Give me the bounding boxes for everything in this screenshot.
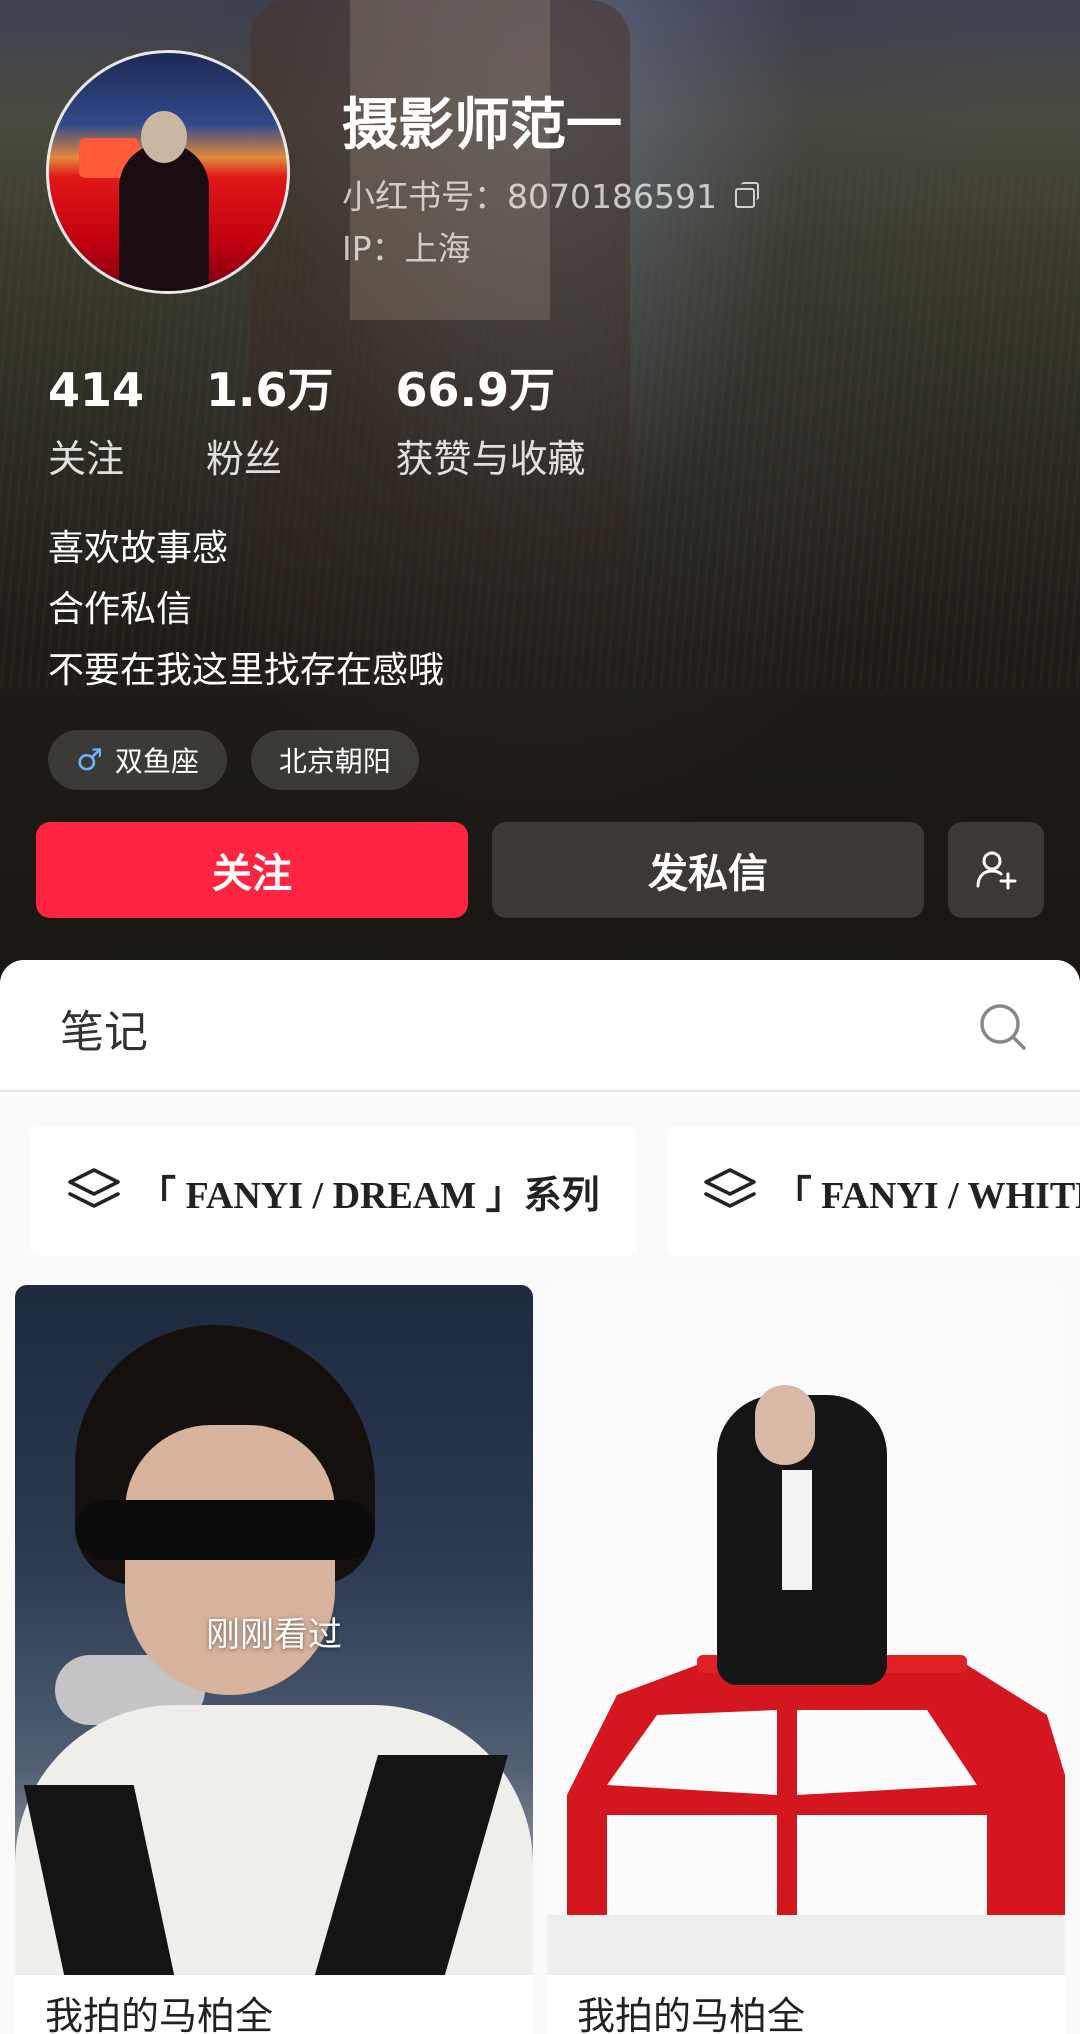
stat-value: 1.6万 [206, 363, 334, 417]
tag-location[interactable]: 北京朝阳 [250, 730, 419, 790]
layers-icon [68, 1168, 120, 1208]
tag-label: 北京朝阳 [278, 745, 391, 778]
stat-following[interactable]: 414 关注 [48, 360, 144, 483]
notes-grid: 刚刚看过 我拍的马柏全 我拍的马柏全 [15, 1285, 1079, 2034]
bio-line: 合作私信 [48, 589, 193, 630]
add-user-icon [976, 851, 1017, 890]
profile-actions: 关注 发私信 [36, 822, 1044, 918]
note-cover-image [547, 1285, 1065, 1975]
note-title: 我拍的马柏全 [577, 1994, 806, 2034]
profile-stats: 414 关注 1.6万 粉丝 66.9万 获赞与收藏 [48, 360, 648, 483]
ip-location: IP：上海 [342, 229, 471, 268]
note-card[interactable]: 刚刚看过 我拍的马柏全 [15, 1285, 533, 2034]
tag-label: 双鱼座 [114, 745, 199, 778]
layers-icon [703, 1168, 756, 1208]
search-icon[interactable] [976, 1000, 1030, 1054]
message-button[interactable]: 发私信 [492, 822, 924, 918]
note-title: 我拍的马柏全 [45, 1994, 274, 2034]
content-panel: 笔记 「 FANYI / DREAM 」系列 「 FANYI / WHITE 刚… [0, 960, 1080, 2034]
collection-title: 「 FANYI / WHITE [773, 1174, 1080, 1217]
redbook-id: 小红书号：8070186591 [342, 170, 759, 218]
bio-line: 不要在我这里找存在感哦 [48, 650, 445, 691]
cover-floor [547, 1915, 1065, 1975]
follow-button[interactable]: 关注 [36, 822, 468, 918]
stat-label: 关注 [48, 437, 125, 481]
stat-label: 获赞与收藏 [395, 437, 586, 481]
stat-label: 粉丝 [206, 437, 283, 481]
cover-shirt [782, 1470, 812, 1590]
cover-head [755, 1385, 815, 1465]
collection-title: 「 FANYI / DREAM 」系列 [138, 1174, 600, 1217]
tab-notes[interactable]: 笔记 [60, 996, 148, 1060]
copy-icon[interactable] [734, 182, 759, 208]
profile-name: 摄影师范一 [342, 93, 622, 158]
stat-value: 414 [48, 363, 145, 417]
male-icon: ♂ [76, 742, 103, 778]
note-card[interactable]: 我拍的马柏全 [547, 1285, 1065, 2034]
cover-red-car [567, 1655, 1065, 1955]
redbook-id-text: 小红书号：8070186591 [342, 177, 717, 216]
profile-tags: ♂ 双鱼座 北京朝阳 [48, 730, 443, 790]
note-cover-image: 刚刚看过 [15, 1285, 533, 1975]
profile-bio: 喜欢故事感 合作私信 不要在我这里找存在感哦 [48, 518, 444, 701]
add-friend-button[interactable] [948, 822, 1044, 918]
avatar[interactable] [46, 50, 290, 294]
recently-viewed-badge: 刚刚看过 [206, 1615, 342, 1655]
tag-zodiac[interactable]: ♂ 双鱼座 [48, 730, 227, 790]
collection-dream[interactable]: 「 FANYI / DREAM 」系列 [30, 1126, 636, 1256]
stat-likes-collects[interactable]: 66.9万 获赞与收藏 [396, 360, 586, 483]
avatar-person [119, 111, 209, 291]
bio-line: 喜欢故事感 [48, 528, 229, 569]
collection-white[interactable]: 「 FANYI / WHITE [665, 1126, 1080, 1256]
cover-sunglasses [75, 1500, 375, 1560]
stat-value: 66.9万 [395, 363, 556, 417]
tab-bar: 笔记 [0, 960, 1080, 1092]
collections-row: 「 FANYI / DREAM 」系列 「 FANYI / WHITE [30, 1126, 1080, 1256]
stat-followers[interactable]: 1.6万 粉丝 [206, 360, 334, 483]
